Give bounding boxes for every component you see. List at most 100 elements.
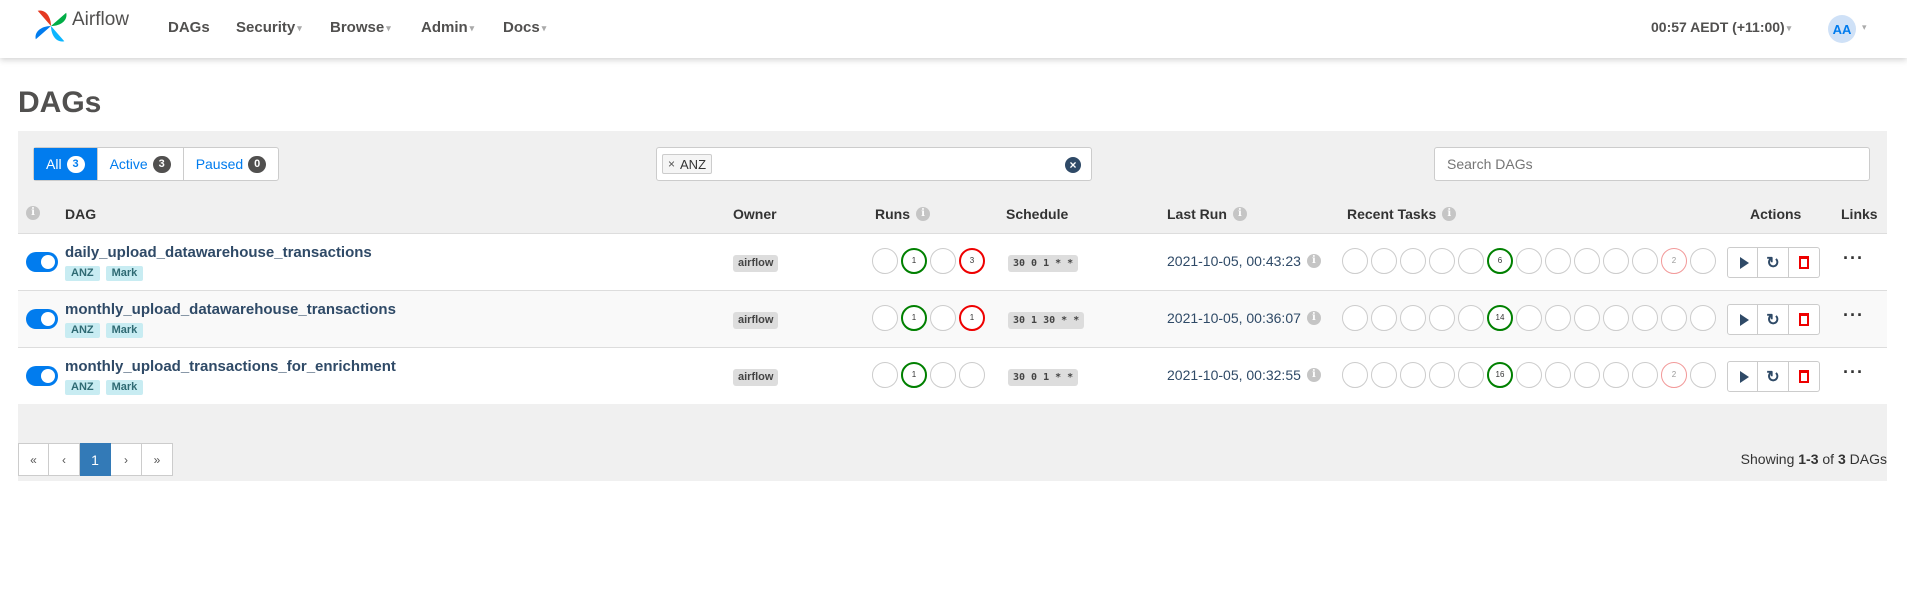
task-state-circle[interactable] <box>1690 248 1716 274</box>
dag-tag[interactable]: Mark <box>105 323 144 338</box>
trigger-dag-button[interactable] <box>1727 361 1758 392</box>
nav-security[interactable]: Security ▾ <box>236 19 302 36</box>
run-state-running[interactable] <box>930 248 956 274</box>
remove-tag-icon[interactable]: × <box>668 157 675 171</box>
task-state-success[interactable]: 6 <box>1487 248 1513 274</box>
task-state-circle[interactable] <box>1632 362 1658 388</box>
task-state-circle[interactable] <box>1458 305 1484 331</box>
task-state-circle[interactable] <box>1342 248 1368 274</box>
prev-page-button[interactable]: ‹ <box>49 443 80 476</box>
search-input[interactable] <box>1434 147 1870 181</box>
nav-admin[interactable]: Admin ▾ <box>421 19 474 36</box>
task-state-circle[interactable] <box>1342 305 1368 331</box>
column-dag[interactable]: DAG <box>65 206 96 222</box>
task-state-circle[interactable] <box>1603 248 1629 274</box>
nav-browse[interactable]: Browse ▾ <box>330 19 391 36</box>
nav-docs[interactable]: Docs ▾ <box>503 19 546 36</box>
task-state-circle[interactable] <box>1516 248 1542 274</box>
task-state-circle[interactable] <box>1545 248 1571 274</box>
run-state-success[interactable]: 1 <box>901 248 927 274</box>
task-state-circle[interactable] <box>1632 305 1658 331</box>
task-state-circle[interactable] <box>1371 362 1397 388</box>
task-state-circle[interactable] <box>1574 305 1600 331</box>
task-state-circle[interactable] <box>1574 362 1600 388</box>
task-state-circle[interactable] <box>1429 305 1455 331</box>
dag-tag[interactable]: ANZ <box>65 266 100 281</box>
refresh-button[interactable]: ↻ <box>1758 304 1789 335</box>
task-state-circle[interactable] <box>1458 248 1484 274</box>
dag-tag[interactable]: Mark <box>105 380 144 395</box>
next-page-button[interactable]: › <box>111 443 142 476</box>
task-state-circle[interactable] <box>1516 305 1542 331</box>
current-page-button[interactable]: 1 <box>80 443 111 476</box>
delete-button[interactable] <box>1789 304 1820 335</box>
delete-button[interactable] <box>1789 361 1820 392</box>
dag-link[interactable]: daily_upload_datawarehouse_transactions <box>65 244 372 261</box>
task-state-circle[interactable] <box>1632 248 1658 274</box>
run-state-success[interactable]: 1 <box>901 362 927 388</box>
task-state-circle[interactable] <box>1400 362 1426 388</box>
trigger-dag-button[interactable] <box>1727 304 1758 335</box>
task-state-circle[interactable] <box>1458 362 1484 388</box>
refresh-button[interactable]: ↻ <box>1758 361 1789 392</box>
task-state-circle[interactable] <box>1690 362 1716 388</box>
run-state-running[interactable] <box>930 362 956 388</box>
task-state-upstream-failed[interactable]: 2 <box>1661 248 1687 274</box>
dag-link[interactable]: monthly_upload_datawarehouse_transaction… <box>65 301 396 318</box>
run-state-queued[interactable] <box>872 248 898 274</box>
task-state-circle[interactable] <box>1661 305 1687 331</box>
last-run-link[interactable]: 2021-10-05, 00:36:07 <box>1167 310 1301 326</box>
task-state-circle[interactable] <box>1545 362 1571 388</box>
task-state-circle[interactable] <box>1400 305 1426 331</box>
dag-tag[interactable]: ANZ <box>65 323 100 338</box>
nav-dags[interactable]: DAGs <box>168 19 210 36</box>
pause-toggle[interactable] <box>26 309 58 329</box>
task-state-circle[interactable] <box>1342 362 1368 388</box>
task-state-upstream-failed[interactable]: 2 <box>1661 362 1687 388</box>
dag-tag[interactable]: ANZ <box>65 380 100 395</box>
task-state-circle[interactable] <box>1545 305 1571 331</box>
run-state-success[interactable]: 1 <box>901 305 927 331</box>
links-menu-icon[interactable]: ··· <box>1843 362 1864 383</box>
filter-paused-button[interactable]: Paused 0 <box>184 148 278 180</box>
task-state-circle[interactable] <box>1516 362 1542 388</box>
task-state-circle[interactable] <box>1690 305 1716 331</box>
task-state-circle[interactable] <box>1400 248 1426 274</box>
pause-toggle[interactable] <box>26 366 58 386</box>
task-state-circle[interactable] <box>1574 248 1600 274</box>
task-state-circle[interactable] <box>1603 305 1629 331</box>
run-state-failed[interactable] <box>959 362 985 388</box>
task-state-circle[interactable] <box>1371 305 1397 331</box>
column-owner[interactable]: Owner <box>733 206 777 222</box>
brand-link[interactable]: Airflow <box>32 7 129 45</box>
run-state-queued[interactable] <box>872 362 898 388</box>
run-state-failed[interactable]: 3 <box>959 248 985 274</box>
last-run-link[interactable]: 2021-10-05, 00:43:23 <box>1167 253 1301 269</box>
clear-icon[interactable]: × <box>1065 157 1081 173</box>
dag-tag[interactable]: Mark <box>105 266 144 281</box>
run-state-queued[interactable] <box>872 305 898 331</box>
task-state-circle[interactable] <box>1603 362 1629 388</box>
timezone-clock[interactable]: 00:57 AEDT (+11:00) ▾ <box>1651 19 1791 35</box>
filter-all-button[interactable]: All 3 <box>34 148 98 180</box>
user-avatar[interactable]: AA <box>1828 15 1856 43</box>
tag-filter-input[interactable]: × ANZ × <box>656 147 1092 181</box>
first-page-button[interactable]: « <box>18 443 49 476</box>
chevron-down-icon[interactable]: ▾ <box>1862 22 1867 33</box>
last-run-link[interactable]: 2021-10-05, 00:32:55 <box>1167 367 1301 383</box>
delete-button[interactable] <box>1789 247 1820 278</box>
refresh-button[interactable]: ↻ <box>1758 247 1789 278</box>
task-state-circle[interactable] <box>1371 248 1397 274</box>
pause-toggle[interactable] <box>26 252 58 272</box>
links-menu-icon[interactable]: ··· <box>1843 305 1864 326</box>
filter-active-button[interactable]: Active 3 <box>98 148 184 180</box>
run-state-failed[interactable]: 1 <box>959 305 985 331</box>
links-menu-icon[interactable]: ··· <box>1843 248 1864 269</box>
task-state-circle[interactable] <box>1429 362 1455 388</box>
trigger-dag-button[interactable] <box>1727 247 1758 278</box>
task-state-circle[interactable] <box>1429 248 1455 274</box>
task-state-success[interactable]: 16 <box>1487 362 1513 388</box>
task-state-success[interactable]: 14 <box>1487 305 1513 331</box>
run-state-running[interactable] <box>930 305 956 331</box>
dag-link[interactable]: monthly_upload_transactions_for_enrichme… <box>65 358 396 375</box>
